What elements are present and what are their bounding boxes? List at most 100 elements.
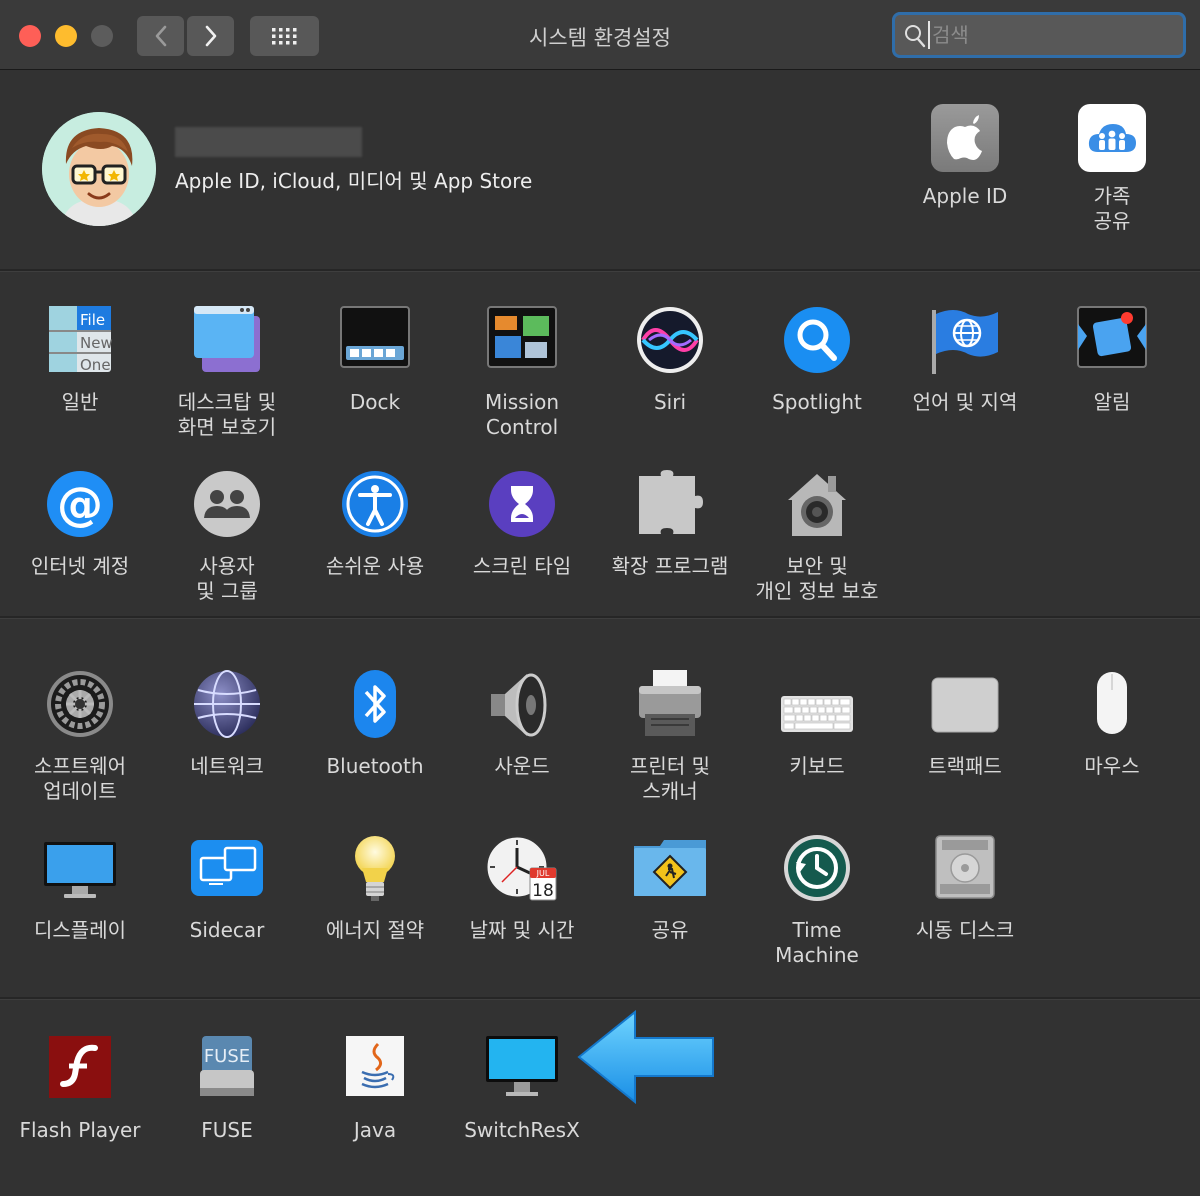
pref-label: Time Machine [775, 918, 859, 967]
pref-keyboard[interactable]: 키보드 [747, 670, 887, 779]
pref-spotlight[interactable]: Spotlight [747, 306, 887, 415]
pref-apple-id[interactable]: Apple ID [905, 104, 1025, 209]
pref-trackpad[interactable]: 트랙패드 [895, 670, 1035, 779]
pref-switchresx[interactable]: SwitchResX [452, 1034, 592, 1143]
fuse-icon-text: FUSE [204, 1046, 250, 1067]
extensions-icon [635, 470, 705, 540]
pref-screen-time[interactable]: 스크린 타임 [452, 470, 592, 579]
pref-security-privacy[interactable]: 보안 및 개인 정보 보호 [747, 470, 887, 604]
pref-label: 사운드 [494, 754, 550, 778]
pref-label: Siri [653, 390, 687, 414]
date-time-icon: JUL 18 [484, 834, 557, 904]
pref-label: 확장 프로그램 [611, 554, 729, 578]
pref-label: 시동 디스크 [915, 918, 1015, 942]
pref-time-machine[interactable]: Time Machine [747, 834, 887, 968]
title-bar: 시스템 환경설정 [0, 0, 1200, 70]
search-icon [905, 25, 926, 48]
pref-label: 스크린 타임 [472, 554, 572, 578]
pref-fuse[interactable]: FUSE FUSE [157, 1034, 297, 1143]
network-icon [192, 670, 262, 740]
pref-label: 사용자 및 그룹 [196, 554, 258, 603]
switchresx-icon [486, 1034, 558, 1104]
pref-label: 인터넷 계정 [30, 554, 130, 578]
pref-label: 디스플레이 [34, 918, 126, 942]
bluetooth-icon [340, 670, 410, 740]
energy-saver-icon [340, 834, 410, 904]
dock-icon [340, 306, 410, 376]
pref-flash-player[interactable]: Flash Player [10, 1034, 150, 1143]
pref-label: Spotlight [772, 390, 862, 414]
startup-disk-icon [930, 834, 1000, 904]
pref-mouse[interactable]: 마우스 [1042, 670, 1182, 779]
pref-label: 알림 [1093, 390, 1131, 414]
pref-label: FUSE [201, 1118, 253, 1142]
pref-network[interactable]: 네트워크 [157, 670, 297, 779]
pref-language-region[interactable]: 언어 및 지역 [895, 306, 1035, 415]
pref-label: 보안 및 개인 정보 보호 [755, 554, 879, 603]
pref-startup-disk[interactable]: 시동 디스크 [895, 834, 1035, 943]
software-update-icon [45, 670, 115, 740]
pref-label: 마우스 [1084, 754, 1140, 778]
pref-label: 키보드 [789, 754, 845, 778]
pref-printers-scanners[interactable]: 프린터 및 스캐너 [600, 670, 740, 804]
pref-family-sharing[interactable]: 가족 공유 [1052, 104, 1172, 234]
pref-label: Sidecar [189, 918, 265, 942]
printers-scanners-icon [635, 670, 705, 740]
pref-users-groups[interactable]: 사용자 및 그룹 [157, 470, 297, 604]
account-name-redacted [175, 127, 362, 157]
pref-label: SwitchResX [464, 1118, 580, 1142]
pref-label: 네트워크 [190, 754, 264, 778]
pref-siri[interactable]: Siri [600, 306, 740, 415]
pref-desktop-screensaver[interactable]: 데스크탑 및 화면 보호기 [157, 306, 297, 440]
pref-label: 트랙패드 [928, 754, 1002, 778]
pref-software-update[interactable]: 소프트웨어 업데이트 [10, 670, 150, 804]
pref-sharing[interactable]: 공유 [600, 834, 740, 943]
svg-text:@: @ [57, 477, 103, 531]
sound-icon [487, 670, 557, 740]
pref-mission-control[interactable]: Mission Control [452, 306, 592, 440]
security-privacy-icon [782, 470, 852, 540]
general-icon-text: New [80, 334, 113, 352]
time-machine-icon [782, 834, 852, 904]
search-input[interactable] [928, 21, 1174, 49]
pref-general[interactable]: File New One 일반 [10, 306, 150, 415]
pref-label: 손쉬운 사용 [325, 554, 425, 578]
pref-label: 언어 및 지역 [912, 390, 1018, 414]
account-section: Apple ID, iCloud, 미디어 및 App Store Apple … [0, 70, 1200, 270]
search-field[interactable] [892, 12, 1186, 58]
general-icon: File New One [45, 306, 115, 376]
spotlight-icon [782, 306, 852, 376]
java-icon [340, 1034, 410, 1104]
pref-dock[interactable]: Dock [305, 306, 445, 415]
pref-energy-saver[interactable]: 에너지 절약 [305, 834, 445, 943]
section-divider [0, 269, 1200, 272]
pref-notifications[interactable]: 알림 [1042, 306, 1182, 415]
avatar[interactable] [42, 112, 156, 226]
mission-control-icon [487, 306, 557, 376]
pref-label: Apple ID [922, 184, 1008, 208]
pref-extensions[interactable]: 확장 프로그램 [600, 470, 740, 579]
language-region-icon [930, 306, 1000, 376]
sidecar-icon [191, 834, 263, 904]
pref-date-time[interactable]: JUL 18 날짜 및 시간 [452, 834, 592, 943]
users-groups-icon [192, 470, 262, 540]
screen-time-icon [487, 470, 557, 540]
pref-label: 날짜 및 시간 [469, 918, 575, 942]
pref-displays[interactable]: 디스플레이 [10, 834, 150, 943]
pref-internet-accounts[interactable]: @ 인터넷 계정 [10, 470, 150, 579]
siri-icon [635, 306, 705, 376]
pref-sound[interactable]: 사운드 [452, 670, 592, 779]
pref-label: 일반 [61, 390, 99, 414]
sharing-icon [634, 834, 706, 904]
pref-label: 소프트웨어 업데이트 [34, 754, 126, 803]
pref-java[interactable]: Java [305, 1034, 445, 1143]
pref-label: Bluetooth [326, 754, 424, 778]
account-subtitle[interactable]: Apple ID, iCloud, 미디어 및 App Store [175, 165, 532, 194]
internet-accounts-icon: @ [45, 470, 115, 540]
pref-sidecar[interactable]: Sidecar [157, 834, 297, 943]
pref-bluetooth[interactable]: Bluetooth [305, 670, 445, 779]
apple-id-icon [931, 104, 999, 172]
family-sharing-icon [1078, 104, 1146, 172]
pref-accessibility[interactable]: 손쉬운 사용 [305, 470, 445, 579]
arrow-pointer-icon [577, 1010, 714, 1104]
